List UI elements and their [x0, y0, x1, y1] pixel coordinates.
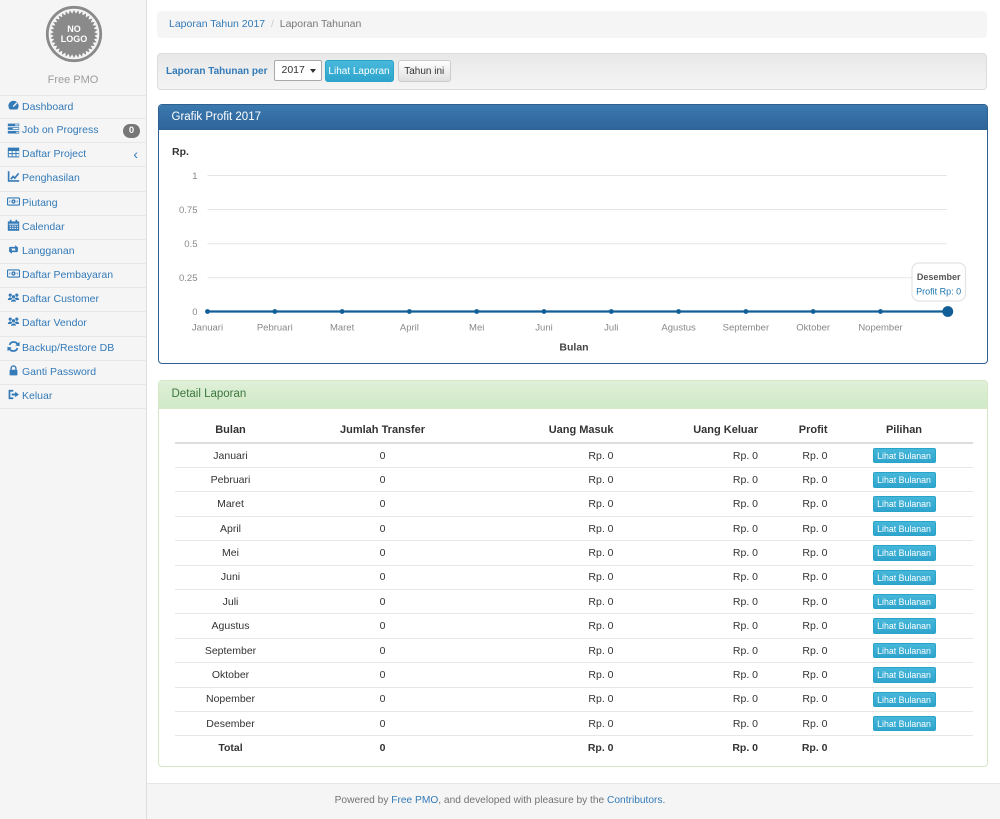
- svg-text:Agustus: Agustus: [661, 323, 696, 334]
- svg-text:0.25: 0.25: [179, 273, 198, 284]
- svg-text:Rp.: Rp.: [172, 146, 189, 158]
- svg-text:0.5: 0.5: [184, 239, 197, 250]
- svg-text:Januari: Januari: [191, 323, 222, 334]
- svg-text:Oktober: Oktober: [796, 323, 830, 334]
- svg-text:Maret: Maret: [329, 323, 354, 334]
- svg-text:Pebruari: Pebruari: [256, 323, 292, 334]
- svg-text:April: April: [399, 323, 418, 334]
- svg-text:1: 1: [192, 171, 197, 182]
- svg-text:Bulan: Bulan: [559, 342, 588, 354]
- svg-text:Mei: Mei: [469, 323, 484, 334]
- svg-text:Profit Rp: 0: Profit Rp: 0: [916, 287, 961, 297]
- svg-text:Desember: Desember: [916, 272, 960, 282]
- svg-text:Juli: Juli: [604, 323, 618, 334]
- svg-text:0: 0: [192, 307, 197, 318]
- svg-text:NO: NO: [67, 24, 81, 34]
- svg-text:Juni: Juni: [535, 323, 552, 334]
- svg-text:0.75: 0.75: [179, 205, 198, 216]
- svg-text:Nopember: Nopember: [858, 323, 902, 334]
- svg-text:LOGO: LOGO: [61, 34, 88, 44]
- svg-text:September: September: [722, 323, 768, 334]
